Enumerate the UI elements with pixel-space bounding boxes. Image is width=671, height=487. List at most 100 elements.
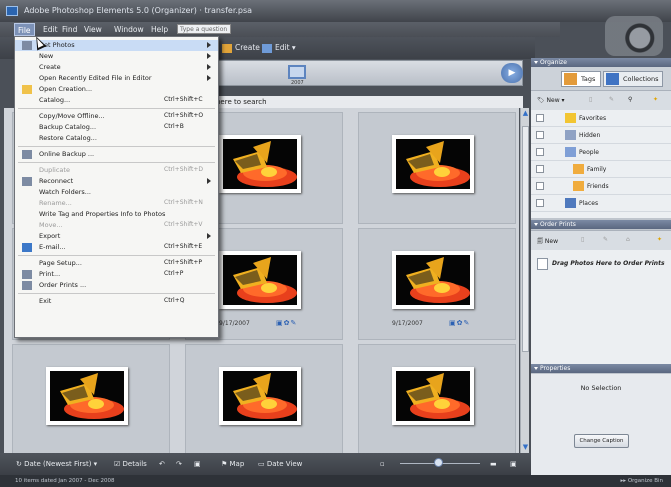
tag-row[interactable]: Hidden bbox=[531, 128, 671, 144]
tag-checkbox[interactable] bbox=[536, 165, 544, 173]
tag-row[interactable]: Family bbox=[531, 162, 671, 178]
file-menu-item[interactable]: Restore Catalog... bbox=[15, 133, 218, 144]
tag-row[interactable]: Favorites bbox=[531, 111, 671, 127]
vertical-scrollbar[interactable]: ▲ ▼ bbox=[520, 108, 529, 453]
rotate-right-icon[interactable]: ↷ bbox=[176, 460, 182, 468]
sort-dropdown[interactable]: ↻ Date (Newest First) ▾ bbox=[16, 460, 97, 468]
scroll-up-icon[interactable]: ▲ bbox=[521, 109, 530, 118]
edit-button[interactable]: Edit ▾ bbox=[262, 43, 296, 53]
camera-logo-icon bbox=[605, 16, 663, 56]
file-menu-item[interactable]: Backup Catalog... Ctrl+B bbox=[15, 122, 218, 133]
globe-icon bbox=[22, 150, 32, 159]
menu-help[interactable]: Help bbox=[151, 25, 168, 34]
scroll-down-icon[interactable]: ▼ bbox=[521, 443, 530, 452]
file-menu-item[interactable]: Reconnect bbox=[15, 176, 218, 187]
tag-checkbox[interactable] bbox=[536, 131, 544, 139]
tag-checkbox[interactable] bbox=[536, 114, 544, 122]
delete-tag-icon[interactable]: ▯ bbox=[589, 96, 592, 103]
tag-label: Favorites bbox=[579, 115, 607, 122]
menu-item-label: Online Backup ... bbox=[39, 150, 95, 158]
menu-window[interactable]: Window bbox=[114, 25, 144, 34]
tag-label: Hidden bbox=[579, 132, 601, 139]
menu-file[interactable]: File bbox=[14, 23, 35, 36]
scroll-thumb[interactable] bbox=[522, 126, 529, 352]
tag-row[interactable]: Places bbox=[531, 196, 671, 212]
tag-category-icon bbox=[573, 181, 584, 191]
tag-row[interactable]: Friends bbox=[531, 179, 671, 195]
photo-thumbnail[interactable] bbox=[358, 344, 516, 456]
file-menu-item[interactable]: Print... Ctrl+P bbox=[15, 269, 218, 280]
tab-tags[interactable]: Tags bbox=[561, 71, 601, 87]
file-menu-item[interactable]: Exit Ctrl+Q bbox=[15, 296, 218, 307]
file-menu-item[interactable]: Export bbox=[15, 231, 218, 242]
menu-edit[interactable]: Edit bbox=[43, 25, 58, 34]
stack-icon[interactable]: ▣ bbox=[194, 460, 201, 468]
file-menu-item[interactable]: E-mail... Ctrl+Shift+E bbox=[15, 242, 218, 253]
change-caption-button[interactable]: Change Caption bbox=[574, 434, 629, 448]
tag-row[interactable]: People bbox=[531, 145, 671, 161]
timeline-knob[interactable] bbox=[288, 65, 306, 79]
photo-badges[interactable]: ▣✿✎ bbox=[276, 319, 297, 327]
single-photo-icon[interactable]: ▣ bbox=[510, 460, 517, 468]
new-tag-label: New ▾ bbox=[546, 97, 565, 104]
file-menu-item[interactable]: Write Tag and Properties Info to Photos bbox=[15, 209, 218, 220]
edit-order-icon[interactable]: ✎ bbox=[603, 236, 608, 243]
photo-thumbnail[interactable] bbox=[185, 344, 343, 456]
file-menu-item[interactable]: Catalog... Ctrl+Shift+C bbox=[15, 95, 218, 106]
menu-bar: File Edit Find View Window Help Type a q… bbox=[0, 22, 560, 37]
edit-tag-icon[interactable]: ✎ bbox=[609, 96, 614, 103]
help-search-input[interactable]: Type a question for help bbox=[177, 24, 231, 34]
menu-item-shortcut: Ctrl+Q bbox=[164, 297, 185, 304]
file-menu-item[interactable]: Create bbox=[15, 62, 218, 73]
submenu-arrow-icon bbox=[207, 53, 211, 59]
order-prints-header[interactable]: Order Prints bbox=[531, 220, 671, 229]
play-button[interactable]: ▶ bbox=[501, 63, 523, 83]
file-menu-item[interactable]: Order Prints ... bbox=[15, 280, 218, 291]
file-menu-item[interactable]: Online Backup ... bbox=[15, 149, 218, 160]
order-options-icon[interactable]: ✦ bbox=[657, 236, 662, 243]
tag-options-icon[interactable]: ✦ bbox=[653, 96, 658, 103]
rotate-left-icon[interactable]: ↶ bbox=[159, 460, 165, 468]
find-tag-icon[interactable]: ⚲ bbox=[628, 96, 632, 103]
delete-order-icon[interactable]: ▯ bbox=[581, 236, 584, 243]
tag-checkbox[interactable] bbox=[536, 148, 544, 156]
large-thumbnails-icon[interactable]: ▬ bbox=[490, 460, 497, 468]
properties-header[interactable]: Properties bbox=[531, 364, 671, 373]
file-menu-item[interactable]: New bbox=[15, 51, 218, 62]
details-checkbox[interactable]: ☑ Details bbox=[114, 460, 147, 468]
tag-checkbox[interactable] bbox=[536, 182, 544, 190]
organize-header[interactable]: Organize bbox=[531, 58, 671, 67]
file-menu-item[interactable]: Page Setup... Ctrl+Shift+P bbox=[15, 258, 218, 269]
new-order-button[interactable]: 🗐 New bbox=[537, 237, 558, 247]
tag-checkbox[interactable] bbox=[536, 199, 544, 207]
photo-badges[interactable]: ▣✿✎ bbox=[449, 319, 470, 327]
photo-thumbnail[interactable] bbox=[358, 112, 516, 224]
menu-item-label: Order Prints ... bbox=[39, 281, 87, 289]
file-menu-item[interactable]: Open Recently Edited File in Editor bbox=[15, 73, 218, 84]
file-menu-item[interactable]: Watch Folders... bbox=[15, 187, 218, 198]
create-button[interactable]: Create ▾ bbox=[222, 43, 266, 53]
timeline[interactable]: 2007 ▶ bbox=[205, 60, 523, 86]
map-button[interactable]: ⚑ Map bbox=[221, 460, 244, 468]
menu-item-label: Open Recently Edited File in Editor bbox=[39, 74, 152, 82]
reconnect-icon bbox=[22, 177, 32, 186]
printer-icon bbox=[22, 270, 32, 279]
no-selection-label: No Selection bbox=[580, 384, 622, 392]
menu-find[interactable]: Find bbox=[62, 25, 77, 34]
organize-bin-toggle[interactable]: ▸▸ Organize Bin bbox=[621, 478, 663, 484]
thumbnail-size-knob[interactable] bbox=[434, 458, 443, 467]
properties-body: No Selection Change Caption bbox=[531, 374, 671, 475]
menu-view[interactable]: View bbox=[84, 25, 102, 34]
small-thumbnails-icon[interactable]: ▫ bbox=[380, 460, 385, 468]
photo-thumbnail[interactable]: 9/17/2007 ▣✿✎ bbox=[358, 228, 516, 340]
tab-collections[interactable]: Collections bbox=[603, 71, 663, 87]
drag-to-order-target[interactable]: Drag Photos Here to Order Prints bbox=[537, 256, 666, 274]
file-menu-item[interactable]: Open Creation... bbox=[15, 84, 218, 95]
date-view-button[interactable]: ▭ Date View bbox=[258, 460, 302, 468]
order-info-icon[interactable]: ⌂ bbox=[626, 236, 630, 243]
collections-icon bbox=[606, 73, 619, 85]
new-tag-button[interactable]: 🏷 New ▾ bbox=[537, 97, 565, 104]
photo-thumbnail[interactable] bbox=[12, 344, 170, 456]
file-menu-item[interactable]: Copy/Move Offline... Ctrl+Shift+O bbox=[15, 111, 218, 122]
title-bar: Adobe Photoshop Elements 5.0 (Organizer)… bbox=[0, 0, 671, 22]
